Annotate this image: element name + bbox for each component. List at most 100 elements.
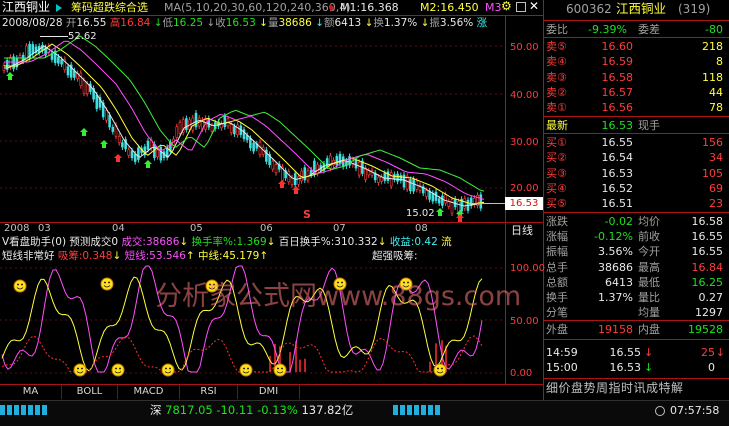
candle-body <box>271 160 275 170</box>
tab-boll[interactable]: BOLL <box>62 385 118 399</box>
candle-body <box>85 83 89 94</box>
buy-arrow <box>144 160 152 168</box>
low-mark: 15.02 <box>406 208 435 219</box>
quote-panel-tabs[interactable]: 细价盘势周指时讯成特解 <box>546 382 684 395</box>
status-bar <box>0 400 729 426</box>
date-axis-06: 06 <box>260 223 273 234</box>
candle-body <box>175 126 179 138</box>
candle-body <box>117 136 121 143</box>
left-progress-bar <box>0 405 48 415</box>
index-ticker[interactable]: 深 7817.05 -10.11 -0.13% 137.82亿 <box>150 404 353 417</box>
sell-arrow <box>114 154 122 162</box>
candlestick-chart[interactable] <box>0 28 505 222</box>
candle-body <box>111 126 115 132</box>
candle-body <box>249 138 252 149</box>
candle-body <box>357 162 361 176</box>
candle-body <box>159 147 163 161</box>
current-price-line <box>468 203 505 204</box>
m2-value: M2:16.450 <box>420 1 479 14</box>
candle-body <box>290 177 294 185</box>
candle-body <box>12 56 15 69</box>
smiley-icon <box>100 277 114 291</box>
clock-time: 07:57:58 <box>670 404 720 417</box>
smiley-icon <box>273 363 287 377</box>
candle-body <box>354 159 358 169</box>
candle-body <box>79 72 83 87</box>
tab-dmi[interactable]: DMI <box>238 385 300 399</box>
candle-body <box>194 112 198 128</box>
candle-body <box>479 194 483 209</box>
candle-body <box>121 142 124 148</box>
right-progress-bar <box>393 405 441 415</box>
date-axis-2008: 2008 <box>4 223 30 234</box>
candle-body <box>463 198 467 209</box>
tab-ma[interactable]: MA <box>0 385 62 399</box>
candle-body <box>178 122 182 134</box>
smiley-icon <box>239 363 253 377</box>
sell-arrow <box>292 186 300 194</box>
date-axis-05: 05 <box>190 223 203 234</box>
tab-rsi[interactable]: RSI <box>180 385 238 399</box>
candle-body <box>444 194 447 204</box>
last-price-row: 最新 16.53 现手 <box>546 119 660 132</box>
smiley-icon <box>433 363 447 377</box>
buy-row-1: 买① 16.55 156 <box>546 136 723 149</box>
candle-body <box>130 150 134 159</box>
stock-code: 600362 <box>566 2 612 16</box>
stat-row-1: 涨幅 -0.12% 前收 16.55 <box>546 230 723 244</box>
daily-period-label[interactable]: 日线 <box>511 224 533 237</box>
candle-body <box>210 125 214 132</box>
sell-row-4: 卖④ 16.59 8 <box>546 55 723 69</box>
candle-body <box>409 179 412 192</box>
sell-signal-1: S <box>303 208 311 221</box>
candle-body <box>82 80 86 94</box>
stat-row-4: 总额 6413 最低 16.25 <box>546 275 723 289</box>
candle-body <box>185 118 188 130</box>
close-icon[interactable]: ✕ <box>529 0 539 13</box>
setting-icon[interactable]: ⚙ <box>501 0 512 13</box>
window-icon[interactable] <box>516 2 526 12</box>
candle-body <box>287 171 291 183</box>
candle-body <box>405 175 409 190</box>
candle-body <box>233 126 236 135</box>
candle-body <box>364 167 367 180</box>
stat-row-3: 总手 38686 最高 16.84 <box>546 260 723 274</box>
buy-row-3: 买③ 16.53 105 <box>546 166 723 180</box>
sell-row-1: 卖① 16.56 78 <box>546 101 723 115</box>
candle-body <box>223 115 227 127</box>
candle-body <box>127 149 131 156</box>
candle-body <box>297 176 300 185</box>
candle-body <box>137 147 140 160</box>
candle-body <box>367 170 371 176</box>
smiley-icon <box>111 363 125 377</box>
candle-body <box>108 114 111 128</box>
buy-row-4: 买④ 16.52 69 <box>546 181 723 195</box>
indicator-name[interactable]: 筹码超跌综合选 <box>71 1 148 14</box>
candle-body <box>303 167 307 181</box>
play-icon[interactable] <box>56 4 62 12</box>
candle-body <box>396 173 399 182</box>
candle-body <box>377 176 380 183</box>
m3-value: M3 <box>485 1 502 14</box>
price-axis-30: 30.00 <box>510 137 539 148</box>
buy-arrow <box>436 208 444 216</box>
sell-row-5: 卖⑤ 16.60 218 <box>546 40 723 53</box>
candle-body <box>57 56 60 64</box>
tab-macd[interactable]: MACD <box>118 385 180 399</box>
candle-body <box>95 94 99 109</box>
outer-inner-row: 外盘 19158 内盘 19528 <box>546 323 723 336</box>
candle-body <box>60 59 63 65</box>
candle-body <box>252 142 255 152</box>
smiley-icon <box>73 363 87 377</box>
candle-body <box>229 124 233 133</box>
stock-name-right: 江西铜业 <box>616 1 667 16</box>
stat-row-0: 涨跌 -0.02 均价 16.58 <box>546 215 723 228</box>
candle-body <box>412 179 415 192</box>
candle-body <box>31 44 35 55</box>
buy-arrow <box>6 72 14 80</box>
stat-row-6: 分笔 均量 1297 <box>546 306 723 320</box>
sell-arrow <box>456 214 464 222</box>
arrow-icon[interactable] <box>330 4 335 12</box>
m1-value: M1:16.368 <box>340 1 399 14</box>
stat-row-2: 振幅 3.56% 今开 16.55 <box>546 245 723 259</box>
